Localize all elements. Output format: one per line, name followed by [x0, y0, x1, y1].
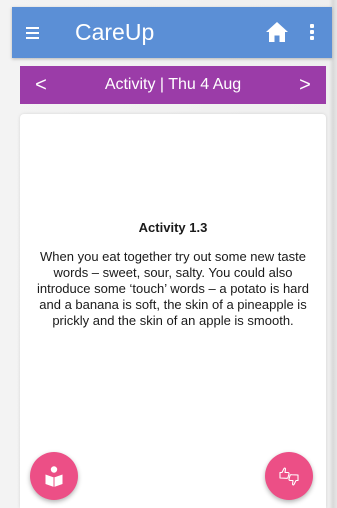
app-title: CareUp — [75, 19, 155, 45]
next-day-button[interactable]: > — [288, 66, 322, 104]
previous-day-button[interactable]: < — [24, 66, 58, 104]
more-options-button[interactable] — [305, 20, 319, 44]
home-button[interactable] — [264, 18, 290, 46]
activity-title: Activity 1.3 — [138, 220, 208, 235]
activity-description: When you eat together try out some new t… — [37, 249, 309, 328]
thumbs-up-down-icon — [279, 467, 299, 486]
feedback-fab-button[interactable] — [265, 452, 313, 500]
date-label: Activity | Thu 4 Aug — [104, 76, 242, 93]
menu-button[interactable] — [20, 20, 46, 46]
activity-card: Activity 1.3 When you eat together try o… — [20, 114, 326, 508]
reading-fab-button[interactable] — [30, 452, 78, 500]
date-navigation-bar: < Activity | Thu 4 Aug > — [20, 66, 326, 104]
book-reader-icon — [45, 466, 63, 487]
home-icon — [266, 22, 288, 42]
app-bar: CareUp — [12, 7, 332, 58]
app-screen: CareUp < Activity | Thu 4 Aug > Activity… — [0, 0, 337, 508]
